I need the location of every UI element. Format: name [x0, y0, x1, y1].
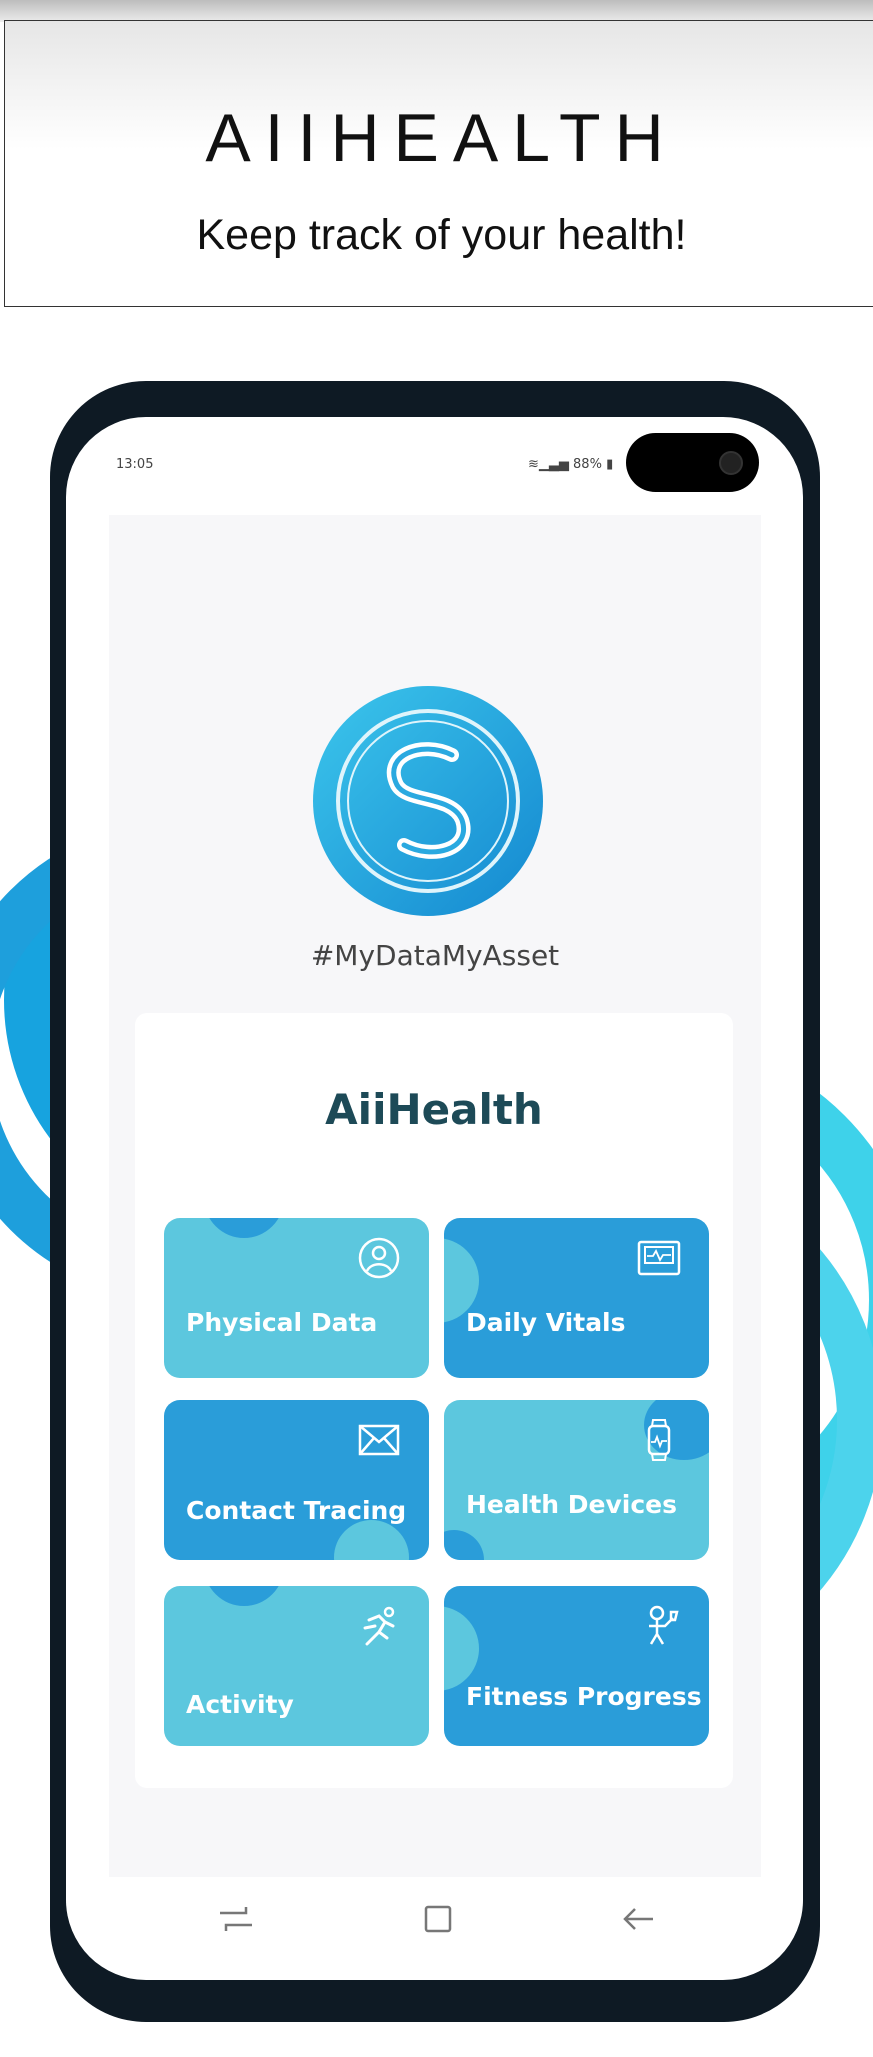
- back-button[interactable]: [619, 1899, 659, 1939]
- battery-icon: ▮: [601, 457, 614, 472]
- tile-fitness-progress[interactable]: Fitness Progress: [444, 1586, 709, 1746]
- running-icon: [363, 1606, 395, 1646]
- home-button[interactable]: [418, 1899, 458, 1939]
- user-circle-icon: [358, 1237, 400, 1279]
- camera-cutout: [626, 433, 759, 492]
- tile-physical-data[interactable]: Physical Data: [164, 1218, 429, 1378]
- trophy-person-icon: [649, 1605, 679, 1645]
- app-logo-icon: [313, 686, 543, 916]
- menu-card: AiiHealth Physical Data Daily Vitals Con…: [135, 1013, 733, 1788]
- camera-icon: [719, 451, 743, 475]
- envelope-icon: [358, 1424, 400, 1456]
- phone-screen: 13:05 ≋▁▃▅ 88% ▮ #MyDataMyAsset AiiHealt…: [66, 417, 803, 1980]
- tile-activity[interactable]: Activity: [164, 1586, 429, 1746]
- wifi-signal-icon: ≋▁▃▅: [528, 457, 574, 472]
- tile-label: Activity: [186, 1690, 294, 1719]
- tile-label: Physical Data: [186, 1308, 378, 1337]
- status-icons: ≋▁▃▅ 88% ▮: [528, 457, 613, 472]
- status-time: 13:05: [116, 457, 154, 472]
- recent-apps-button[interactable]: [216, 1899, 256, 1939]
- tile-label: Health Devices: [466, 1490, 677, 1519]
- smartwatch-icon: [647, 1419, 671, 1461]
- tile-daily-vitals[interactable]: Daily Vitals: [444, 1218, 709, 1378]
- tile-label: Contact Tracing: [186, 1496, 407, 1525]
- tile-health-devices[interactable]: Health Devices: [444, 1400, 709, 1560]
- battery-level: 88%: [573, 457, 602, 472]
- monitor-icon: [637, 1240, 681, 1276]
- tile-contact-tracing[interactable]: Contact Tracing: [164, 1400, 429, 1560]
- app-content: #MyDataMyAsset AiiHealth Physical Data D…: [109, 515, 761, 1877]
- tile-label: Fitness Progress: [466, 1682, 702, 1711]
- app-title: AiiHealth: [325, 1085, 543, 1134]
- hashtag-text: #MyDataMyAsset: [310, 939, 560, 972]
- phone-frame: 13:05 ≋▁▃▅ 88% ▮ #MyDataMyAsset AiiHealt…: [50, 381, 820, 2022]
- tile-label: Daily Vitals: [466, 1308, 626, 1337]
